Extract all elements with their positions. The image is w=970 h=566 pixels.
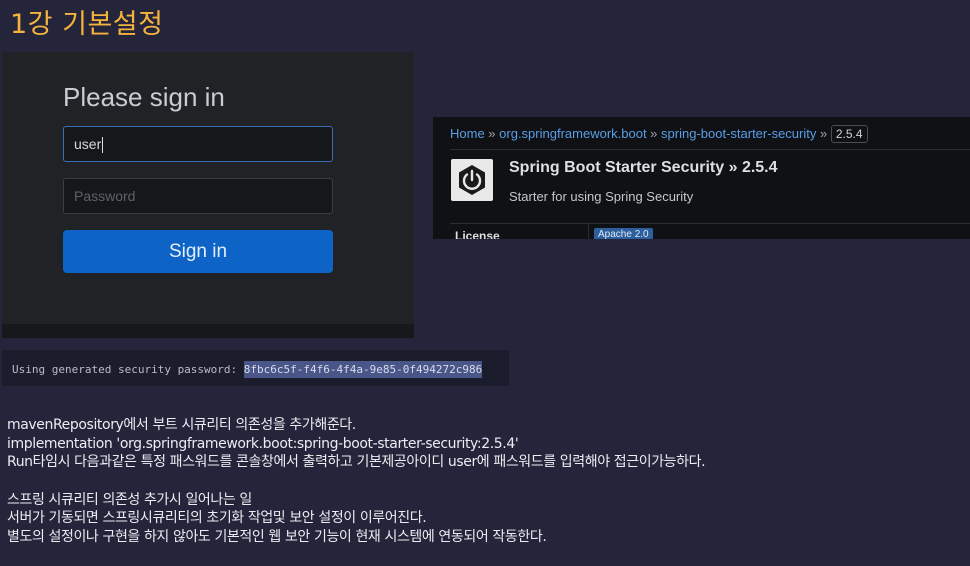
password-placeholder: Password [74,188,136,204]
note-line: 스프링 시큐리티 의존성 추가시 일어나는 일 [7,491,252,508]
note-line: mavenRepository에서 부트 시큐리티 의존성을 추가해준다. [7,417,356,433]
note-line: implementation 'org.springframework.boot… [7,435,519,452]
breadcrumb-separator: » [484,126,500,141]
package-description: Starter for using Spring Security [509,189,694,204]
package-title: Spring Boot Starter Security » 2.5.4 [509,159,778,176]
breadcrumb-separator: » [646,126,662,141]
signin-heading: Please sign in [63,82,225,112]
console-output: Using generated security password: 8fbc6… [2,350,509,386]
console-label: Using generated security password: [12,363,244,376]
signin-button[interactable]: Sign in [63,230,333,273]
password-field[interactable]: Password [63,178,333,214]
maven-repository-card: Home » org.springframework.boot » spring… [433,117,970,239]
login-footer-bar [2,324,414,338]
breadcrumb-artifact-link[interactable]: spring-boot-starter-security [661,126,816,141]
license-label: License [455,229,500,239]
breadcrumb-version-badge: 2.5.4 [830,125,868,143]
generated-password[interactable]: 8fbc6c5f-f4f6-4f4a-9e85-0f494272c986 [243,361,483,378]
notes-text: mavenRepository에서 부트 시큐리티 의존성을 추가해준다. im… [7,416,967,546]
license-badge[interactable]: Apache 2.0 [594,228,653,239]
divider [450,223,970,224]
page-title: 1강 기본설정 [10,9,164,40]
power-icon [459,165,485,195]
breadcrumb-separator: » [816,126,831,141]
breadcrumb-group-link[interactable]: org.springframework.boot [499,126,646,141]
table-divider [588,223,589,239]
note-line: 별도의 설정이나 구현을 하지 않아도 기본적인 웹 보안 기능이 현재 시스템… [7,528,547,545]
username-field[interactable]: user [63,126,333,162]
username-value: user [74,136,102,152]
text-caret [102,137,104,154]
note-line: Run타임시 다음과같은 특정 패스워드를 콘솔창에서 출력하고 기본제공아이디… [7,454,706,470]
spring-power-logo [451,159,493,201]
note-line: 서버가 기동되면 스프링시큐리티의 초기화 작업및 보안 설정이 이루어진다. [7,510,427,526]
breadcrumb: Home » org.springframework.boot » spring… [450,125,868,143]
breadcrumb-home-link[interactable]: Home [450,126,485,141]
divider [450,149,970,150]
login-screenshot: Please sign in user Password Sign in [2,52,414,338]
